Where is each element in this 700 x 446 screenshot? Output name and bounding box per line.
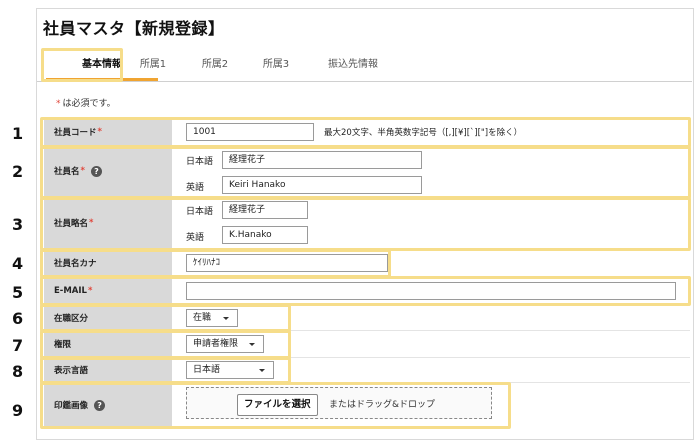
- callout-numbers: 1 2 3 4 5 6 7 8 9: [0, 0, 36, 446]
- callout-6: 6: [12, 309, 24, 328]
- callout-1: 1: [12, 124, 24, 143]
- tab-affiliation-2[interactable]: 所属2: [185, 48, 245, 81]
- callout-3: 3: [12, 215, 24, 234]
- highlight-6: [40, 304, 291, 332]
- highlight-3: [40, 197, 691, 251]
- tab-bank-transfer[interactable]: 振込先情報: [313, 48, 393, 81]
- tab-affiliation-3[interactable]: 所属3: [246, 48, 306, 81]
- tab-affiliation-1[interactable]: 所属1: [123, 48, 183, 81]
- highlight-7: [40, 330, 291, 359]
- callout-2: 2: [12, 162, 24, 181]
- page-title: 社員マスタ【新規登録】: [43, 19, 225, 38]
- tab-highlight: [41, 48, 123, 82]
- tab-bar: 基本情報 所属1 所属2 所属3 振込先情報: [37, 48, 692, 82]
- highlight-4: [40, 249, 391, 278]
- highlight-2: [40, 146, 691, 199]
- highlight-9: [40, 382, 511, 429]
- highlight-5: [40, 276, 691, 306]
- callout-4: 4: [12, 254, 24, 273]
- highlight-1: [40, 117, 691, 148]
- callout-5: 5: [12, 283, 24, 302]
- required-note-text: は必須です。: [62, 99, 116, 109]
- callout-7: 7: [12, 336, 24, 355]
- required-star: *: [56, 99, 61, 109]
- callout-9: 9: [12, 401, 24, 420]
- callout-8: 8: [12, 362, 24, 381]
- required-note: * は必須です。: [56, 96, 116, 109]
- highlight-8: [40, 357, 291, 384]
